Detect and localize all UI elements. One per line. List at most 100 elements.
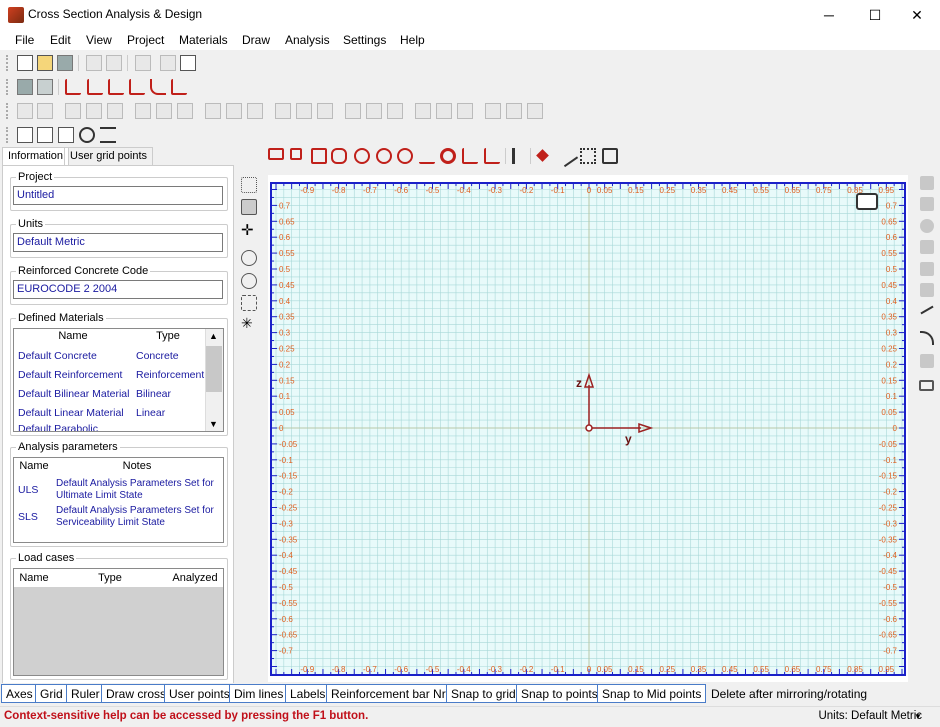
mesh-icon[interactable] bbox=[37, 79, 53, 95]
square-icon[interactable] bbox=[290, 148, 302, 160]
mirror-shape-icon[interactable] bbox=[920, 240, 934, 254]
list-icon[interactable] bbox=[100, 127, 116, 143]
copy-icon[interactable] bbox=[160, 55, 176, 71]
units-field[interactable]: Default Metric bbox=[13, 233, 223, 252]
toolbar-grip[interactable] bbox=[6, 79, 10, 95]
delete-after-mirroring-toggle[interactable]: Delete after mirroring/rotating bbox=[706, 684, 872, 703]
menu-analysis[interactable]: Analysis bbox=[285, 33, 330, 47]
user-points-toggle[interactable]: User points bbox=[164, 684, 235, 703]
maximize-button[interactable]: ☐ bbox=[852, 0, 898, 30]
analysis-header-notes[interactable]: Notes bbox=[52, 460, 222, 472]
minimize-button[interactable]: ─ bbox=[806, 0, 852, 30]
new-file-icon[interactable] bbox=[17, 55, 33, 71]
table-row-type[interactable]: Concrete bbox=[136, 350, 204, 362]
move-3-icon[interactable] bbox=[317, 103, 333, 119]
loadcases-header-name[interactable]: Name bbox=[16, 572, 52, 584]
reinforcement-bar-nr-toggle[interactable]: Reinforcement bar Nr. bbox=[326, 684, 454, 703]
angle-section-icon[interactable] bbox=[484, 148, 500, 164]
menu-settings[interactable]: Settings bbox=[343, 33, 386, 47]
section-icon[interactable] bbox=[17, 79, 33, 95]
ring-icon[interactable] bbox=[440, 148, 456, 164]
triangle-icon[interactable] bbox=[419, 148, 435, 164]
table-row-type[interactable]: Linear bbox=[136, 407, 204, 419]
table-row[interactable]: Default Parabolic bbox=[18, 423, 130, 431]
dimension-icon[interactable] bbox=[171, 79, 187, 95]
multi-line-icon[interactable] bbox=[108, 79, 124, 95]
pan-icon[interactable]: ✛ bbox=[241, 221, 254, 239]
i-beam-icon[interactable] bbox=[512, 148, 522, 164]
array-3-icon[interactable] bbox=[527, 103, 543, 119]
project-field[interactable]: Untitled bbox=[13, 186, 223, 205]
arc-tool-icon[interactable] bbox=[920, 331, 934, 345]
axes-toggle[interactable]: Axes bbox=[1, 684, 38, 703]
labels-toggle[interactable]: Labels bbox=[285, 684, 331, 703]
table-row-notes[interactable]: Default Analysis Parameters Set for bbox=[56, 478, 221, 489]
move-icon[interactable] bbox=[275, 103, 291, 119]
snap-to-grid-toggle[interactable]: Snap to grid bbox=[446, 684, 521, 703]
snap-to-points-toggle[interactable]: Snap to points bbox=[516, 684, 603, 703]
circle-center-icon[interactable] bbox=[397, 148, 413, 164]
loadcases-header-type[interactable]: Type bbox=[60, 572, 160, 584]
menu-view[interactable]: View bbox=[86, 33, 112, 47]
rotate-icon[interactable] bbox=[345, 103, 361, 119]
canvas-svg[interactable]: -0.9 -0.9 -0.8 -0.8 -0.7 -0.7 -0.6 -0.6 -0.5 -0.5… bbox=[268, 175, 908, 682]
comment-icon[interactable] bbox=[919, 380, 934, 391]
copy-shape-icon[interactable] bbox=[920, 197, 934, 211]
menu-edit[interactable]: Edit bbox=[50, 33, 71, 47]
extend-icon[interactable] bbox=[205, 103, 221, 119]
zoom-in-icon[interactable] bbox=[241, 250, 257, 266]
draw-cross-toggle[interactable]: Draw cross bbox=[101, 684, 172, 703]
polyline-icon[interactable] bbox=[87, 79, 103, 95]
trim-3-icon[interactable] bbox=[177, 103, 193, 119]
diameter-icon[interactable] bbox=[79, 127, 95, 143]
paste-icon[interactable] bbox=[180, 55, 196, 71]
trim-icon[interactable] bbox=[135, 103, 151, 119]
trim-2-icon[interactable] bbox=[156, 103, 172, 119]
move-points-icon[interactable] bbox=[580, 148, 596, 164]
table-row-notes[interactable]: Serviceability Limit State bbox=[56, 517, 221, 528]
redo-icon[interactable] bbox=[106, 55, 122, 71]
analysis-header-name[interactable]: Name bbox=[16, 460, 52, 472]
rotate-2-icon[interactable] bbox=[366, 103, 382, 119]
table-row-type[interactable]: Reinforcement bbox=[136, 369, 204, 381]
table-row-type[interactable]: Bilinear bbox=[136, 388, 204, 400]
offset-2-icon[interactable] bbox=[86, 103, 102, 119]
export-icon[interactable] bbox=[37, 127, 53, 143]
lock-icon[interactable] bbox=[135, 55, 151, 71]
line-tool-icon[interactable] bbox=[920, 305, 934, 315]
menu-project[interactable]: Project bbox=[127, 33, 164, 47]
table-row-notes[interactable]: Ultimate Limit State bbox=[56, 490, 221, 501]
table-row-notes[interactable]: Default Analysis Parameters Set for bbox=[56, 505, 221, 516]
arc-icon[interactable] bbox=[150, 79, 166, 95]
insert-point-icon[interactable] bbox=[37, 103, 53, 119]
polygon-icon[interactable] bbox=[311, 148, 327, 164]
loadcases-header-analyzed[interactable]: Analyzed bbox=[170, 572, 220, 584]
zoom-window-icon[interactable] bbox=[241, 295, 257, 311]
menu-materials[interactable]: Materials bbox=[179, 33, 228, 47]
table-row[interactable]: Default Linear Material bbox=[18, 407, 130, 419]
curve-tool-icon[interactable] bbox=[920, 354, 934, 368]
table-row[interactable]: Default Concrete bbox=[18, 350, 130, 362]
circle-point-icon[interactable] bbox=[354, 148, 370, 164]
toolbar-grip[interactable] bbox=[6, 103, 10, 119]
units-dropdown-icon[interactable]: ▼ bbox=[914, 712, 922, 721]
close-button[interactable]: ✕ bbox=[894, 0, 940, 30]
report-icon[interactable] bbox=[17, 127, 33, 143]
table-row[interactable]: Default Reinforcement bbox=[18, 369, 130, 381]
rounded-shape-icon[interactable] bbox=[331, 148, 347, 164]
pick-icon[interactable] bbox=[241, 199, 257, 215]
code-field[interactable]: EUROCODE 2 2004 bbox=[13, 280, 223, 299]
extend-2-icon[interactable] bbox=[226, 103, 242, 119]
menu-help[interactable]: Help bbox=[400, 33, 425, 47]
move-2-icon[interactable] bbox=[296, 103, 312, 119]
ruler-toggle[interactable]: Ruler bbox=[66, 684, 105, 703]
units-status[interactable]: Units: Default Metric bbox=[818, 710, 922, 722]
zoom-out-icon[interactable] bbox=[241, 273, 257, 289]
mirror-3-icon[interactable] bbox=[457, 103, 473, 119]
open-folder-icon[interactable] bbox=[37, 55, 53, 71]
zoom-extents-icon[interactable]: ✳ bbox=[241, 315, 253, 332]
camera-icon[interactable] bbox=[856, 193, 878, 210]
toolbar-grip[interactable] bbox=[6, 55, 10, 71]
angle-icon[interactable] bbox=[129, 79, 145, 95]
array-2-icon[interactable] bbox=[506, 103, 522, 119]
